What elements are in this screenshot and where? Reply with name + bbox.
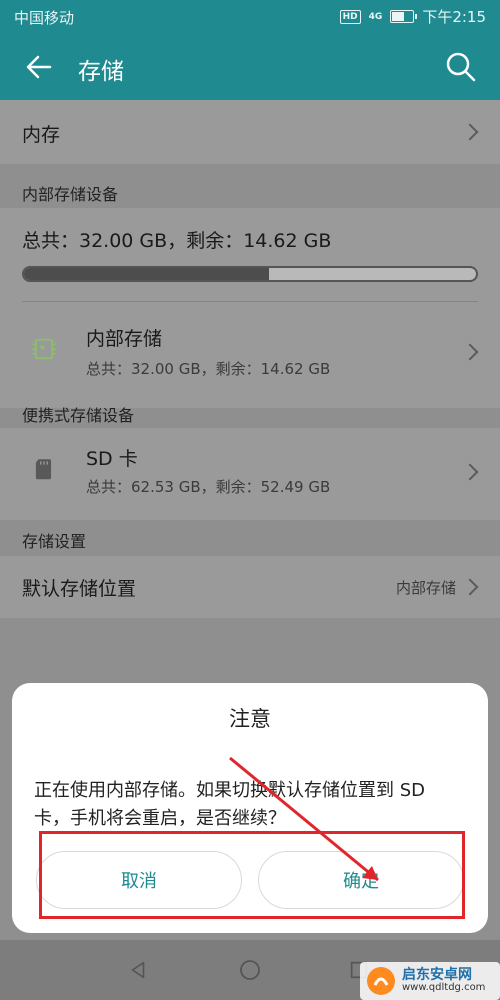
watermark-icon bbox=[367, 967, 395, 995]
watermark-url: www.qdltdg.com bbox=[402, 982, 486, 993]
watermark-logo: 启东安卓网 www.qdltdg.com bbox=[360, 962, 500, 1000]
annotation-arrow bbox=[229, 756, 379, 882]
nav-home-icon[interactable] bbox=[238, 958, 262, 982]
watermark-name: 启东安卓网 bbox=[402, 967, 472, 983]
nav-back-icon[interactable] bbox=[127, 959, 149, 981]
